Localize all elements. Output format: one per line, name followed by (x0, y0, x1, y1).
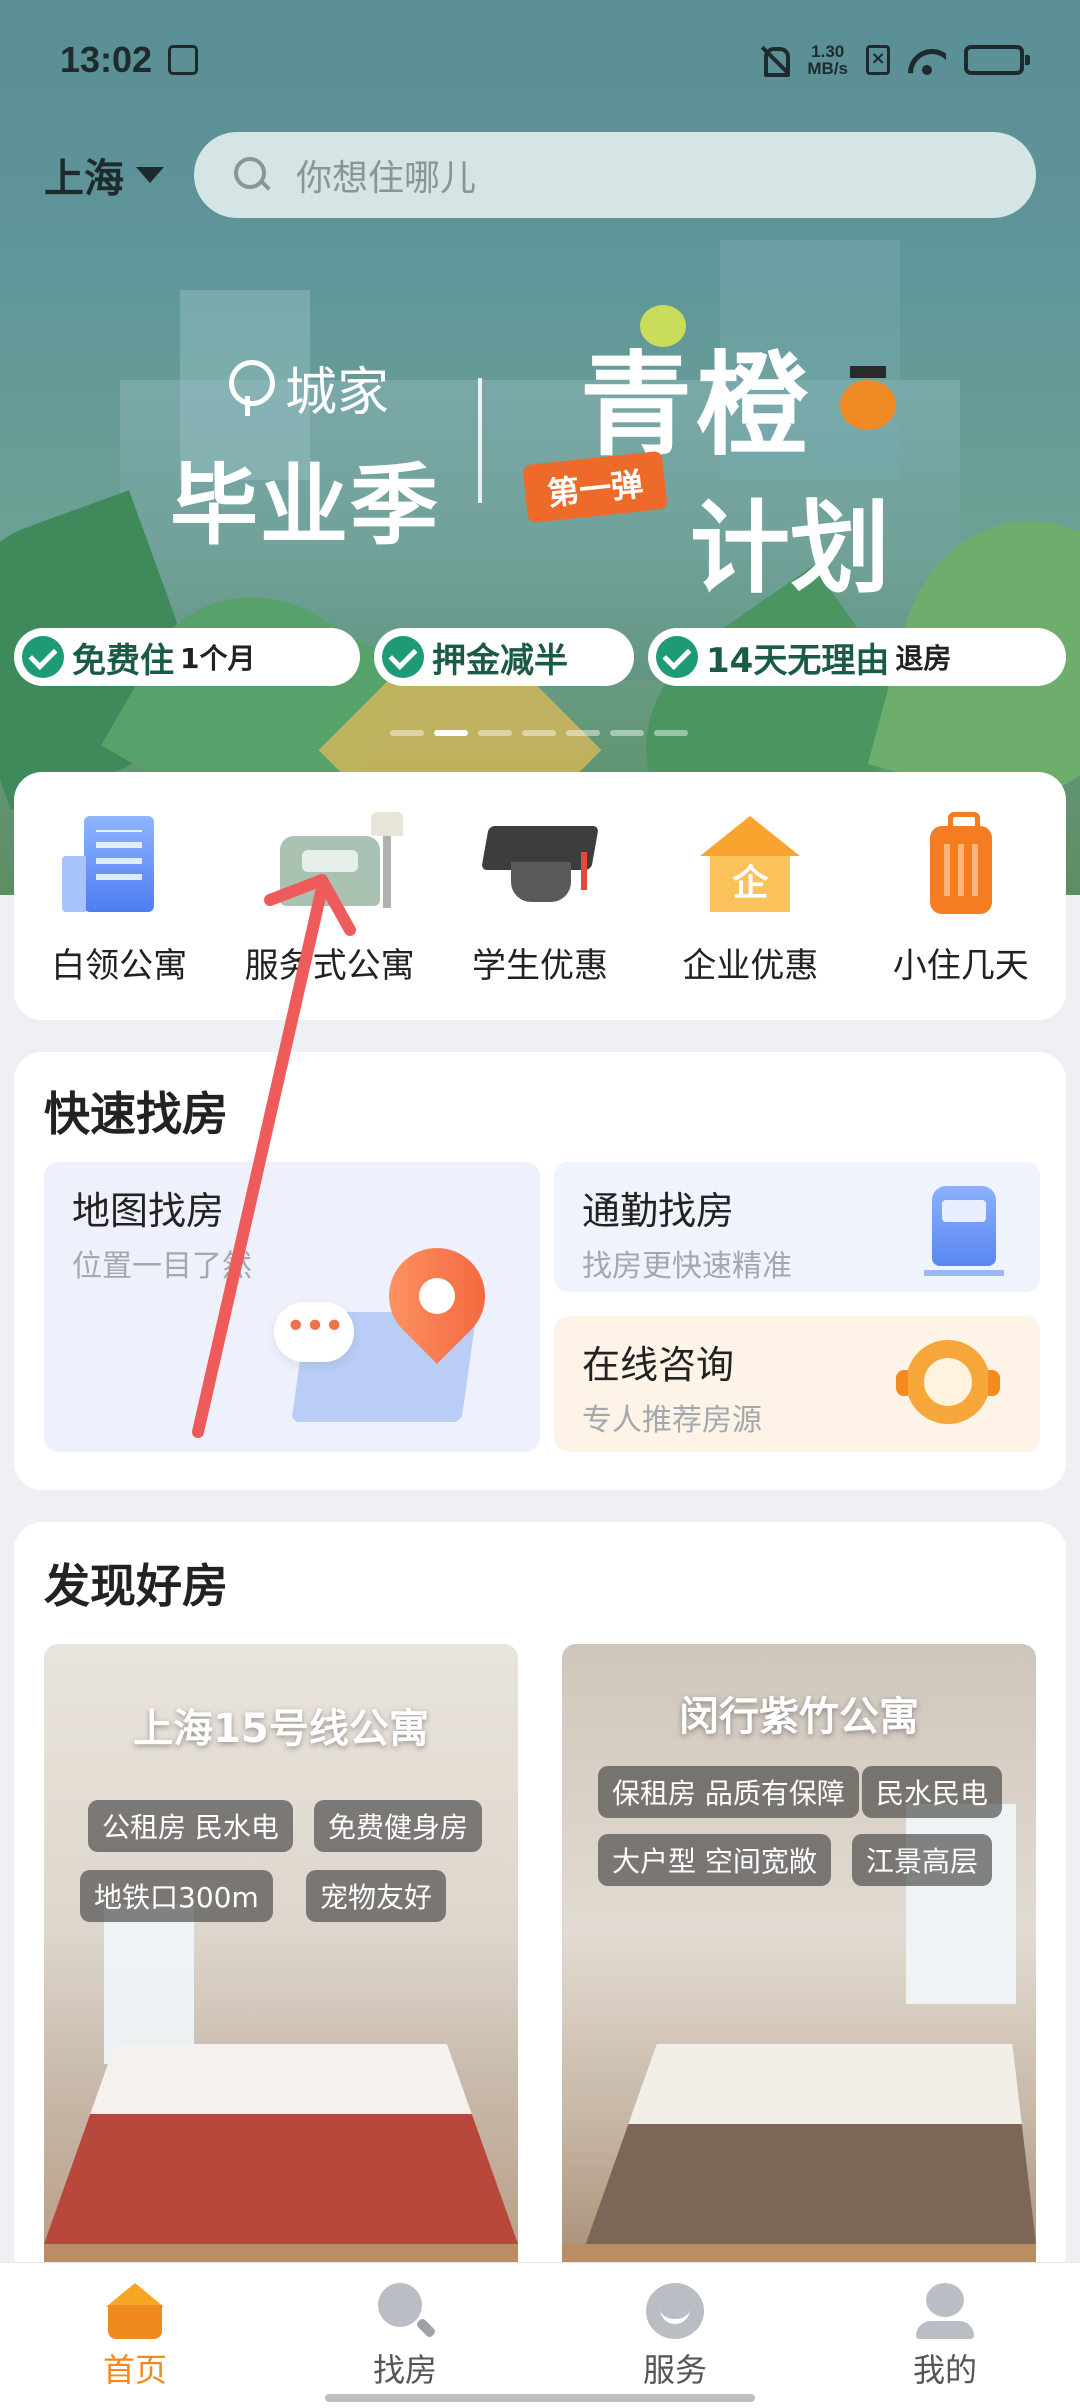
headset-icon (896, 1340, 1000, 1424)
home-indicator (325, 2394, 755, 2402)
wifi-icon (908, 45, 946, 75)
listing-name: 上海15号线公寓 (133, 1706, 429, 1752)
listing-tag: 地铁口300m (80, 1870, 273, 1922)
quick-find-card: 快速找房 地图找房 位置一目了然 ••• 通勤找房 找房更快速精准 在线咨询 专… (14, 1052, 1066, 1490)
search-icon (234, 157, 270, 193)
bottom-nav: 首页 找房 服务 我的 (0, 2262, 1080, 2408)
carousel-dot[interactable] (478, 730, 512, 736)
carousel-dot[interactable] (654, 730, 688, 736)
room-bed (44, 2044, 518, 2244)
listing-card[interactable]: 上海15号线公寓 公租房 民水电 免费健身房 地铁口300m 宠物友好 (44, 1644, 518, 2282)
listing-tag: 民水民电 (862, 1766, 1003, 1818)
office-building-icon (62, 816, 155, 912)
mute-icon (759, 45, 791, 77)
listing-tag: 宠物友好 (306, 1870, 447, 1922)
category-enterprise-discount[interactable]: 企业优惠 (650, 816, 850, 1020)
nav-find-room[interactable]: 找房 (270, 2263, 540, 2408)
map-search-tile[interactable]: 地图找房 位置一目了然 ••• (44, 1162, 540, 1452)
carousel-dot[interactable] (390, 730, 424, 736)
luggage-icon (929, 812, 992, 914)
listing-name: 闵行紫竹公寓 (679, 1694, 919, 1740)
banner-brand: 城家 毕业季 (170, 350, 440, 562)
city-selector[interactable]: 上海 (44, 146, 194, 204)
search-input[interactable]: 你想住哪儿 (194, 132, 1036, 218)
carousel-dot[interactable] (522, 730, 556, 736)
room-window (104, 1904, 194, 2064)
profile-icon (916, 2283, 974, 2339)
check-icon (22, 636, 64, 678)
listing-tag: 江景高层 (852, 1834, 993, 1886)
status-bar: 13:02 1.30 MB/s × (0, 0, 1080, 120)
carousel-dot[interactable] (434, 730, 468, 736)
search-row: 上海 你想住哪儿 (0, 130, 1080, 220)
listing-card[interactable]: 闵行紫竹公寓 保租房 品质有保障 民水民电 大户型 空间宽敞 江景高层 (562, 1644, 1036, 2282)
perk-badge: 免费住 1个月 (14, 628, 360, 686)
city-name: 上海 (44, 156, 124, 202)
hero-banner[interactable]: 13:02 1.30 MB/s × 上海 你想住哪儿 城家 毕业季 青橙 计划 … (0, 0, 1080, 895)
map-search-title: 地图找房 (72, 1189, 225, 1233)
category-short-stay[interactable]: 小住几天 (861, 812, 1061, 1020)
sofa-icon (279, 836, 380, 906)
chat-bubble-icon: ••• (274, 1302, 354, 1362)
listing-tag: 大户型 空间宽敞 (598, 1834, 831, 1886)
online-consult-tile[interactable]: 在线咨询 专人推荐房源 (554, 1316, 1040, 1452)
category-serviced-apartment[interactable]: 服务式公寓 (230, 812, 430, 1020)
status-time: 13:02 (60, 39, 153, 80)
lamp-icon (370, 812, 403, 908)
search-icon (376, 2283, 434, 2339)
listing-tag: 保租房 品质有保障 (598, 1766, 859, 1818)
quick-find-title: 快速找房 (44, 1087, 228, 1141)
discover-title: 发现好房 (44, 1559, 228, 1613)
carousel-dot[interactable] (566, 730, 600, 736)
listing-tag: 免费健身房 (314, 1800, 483, 1852)
nav-service[interactable]: 服务 (540, 2263, 810, 2408)
banner-perks: 免费住 1个月 押金减半 14天无理由 退房 (14, 628, 1066, 686)
caret-down-icon (136, 167, 164, 183)
battery-icon (964, 45, 1030, 75)
network-speed: 1.30 MB/s (807, 42, 848, 78)
perk-badge: 14天无理由 退房 (648, 628, 1066, 686)
nav-home[interactable]: 首页 (0, 2263, 270, 2408)
perk-badge: 押金减半 (374, 628, 634, 686)
notification-app-icon (168, 45, 199, 75)
enterprise-house-icon (700, 816, 801, 916)
carousel-dots (390, 730, 688, 736)
listing-tag: 公租房 民水电 (88, 1800, 293, 1852)
check-icon (656, 636, 698, 678)
campaign-title-line2: 计划 (690, 490, 890, 607)
brand-logo-icon (225, 359, 275, 416)
search-placeholder: 你想住哪儿 (296, 158, 477, 199)
carousel-dot[interactable] (610, 730, 644, 736)
category-white-collar-apartment[interactable]: 白领公寓 (19, 816, 219, 1020)
campaign-name: 毕业季 (170, 454, 441, 557)
commute-search-tile[interactable]: 通勤找房 找房更快速精准 (554, 1162, 1040, 1292)
train-icon (924, 1186, 1004, 1276)
sim-x-icon: × (866, 45, 890, 75)
graduation-cap-icon (485, 816, 595, 916)
brand-name: 城家 (285, 363, 390, 423)
nav-profile[interactable]: 我的 (810, 2263, 1080, 2408)
home-icon (106, 2283, 164, 2339)
service-icon (646, 2283, 704, 2339)
category-student-discount[interactable]: 学生优惠 (440, 816, 640, 1020)
discover-card: 发现好房 上海15号线公寓 公租房 民水电 免费健身房 地铁口300m 宠物友好… (14, 1522, 1066, 2282)
check-icon (382, 636, 424, 678)
campaign-title-line1: 青橙 (580, 341, 812, 471)
category-card: 白领公寓 服务式公寓 学生优惠 企业优惠 小住几天 (14, 772, 1066, 1020)
banner-divider (478, 378, 482, 503)
room-bed (585, 2044, 1036, 2244)
